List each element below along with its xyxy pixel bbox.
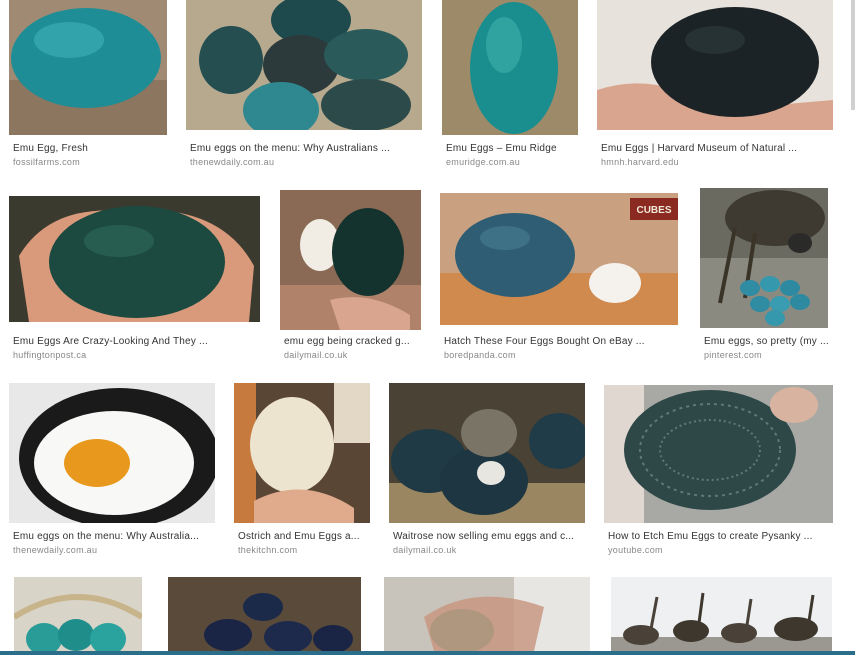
result-source: thenewdaily.com.au [13, 545, 98, 555]
result-source: boredpanda.com [444, 350, 516, 360]
result-caption[interactable]: Hatch These Four Eggs Bought On eBay ... [444, 336, 678, 347]
result-source: hmnh.harvard.edu [601, 157, 679, 167]
bottom-accent-bar [0, 651, 855, 655]
result-thumbnail[interactable] [604, 385, 833, 523]
result-tile[interactable]: Emu Eggs Are Crazy-Looking And They ... … [9, 196, 260, 368]
result-thumbnail[interactable] [9, 196, 260, 322]
result-tile[interactable] [611, 577, 832, 651]
result-thumbnail[interactable] [9, 0, 167, 135]
result-thumbnail[interactable] [389, 383, 585, 523]
result-thumbnail[interactable]: CUBES [440, 193, 678, 325]
result-tile[interactable]: Emu eggs, so pretty (my ... pinterest.co… [700, 188, 830, 368]
result-caption[interactable]: Emu eggs, so pretty (my ... [704, 336, 834, 347]
result-source: thekitchn.com [238, 545, 298, 555]
result-tile[interactable]: Emu Eggs | Harvard Museum of Natural ...… [597, 0, 833, 175]
result-caption[interactable]: Emu eggs on the menu: Why Australians ..… [190, 143, 422, 154]
result-tile[interactable]: CUBES Hatch These Four Eggs Bought On eB… [440, 193, 678, 368]
result-thumbnail[interactable] [384, 577, 590, 651]
result-tile[interactable]: emu egg being cracked g... dailymail.co.… [280, 190, 421, 368]
result-tile[interactable]: Emu eggs on the menu: Why Australians ..… [186, 0, 422, 175]
result-caption[interactable]: Emu eggs on the menu: Why Australia... [13, 531, 215, 542]
result-caption[interactable]: Emu Eggs Are Crazy-Looking And They ... [13, 336, 260, 347]
result-tile[interactable]: Emu Egg, Fresh fossilfarms.com [9, 0, 167, 175]
result-source: pinterest.com [704, 350, 762, 360]
result-tile[interactable]: Ostrich and Emu Eggs a... thekitchn.com [234, 383, 370, 558]
result-thumbnail[interactable] [611, 577, 832, 651]
result-source: emuridge.com.au [446, 157, 521, 167]
cubes-sign-text: CUBES [636, 205, 671, 216]
result-source: youtube.com [608, 545, 663, 555]
result-thumbnail[interactable] [442, 0, 578, 135]
result-source: dailymail.co.uk [393, 545, 457, 555]
result-caption[interactable]: emu egg being cracked g... [284, 336, 421, 347]
result-thumbnail[interactable] [597, 0, 833, 130]
result-thumbnail[interactable] [234, 383, 370, 523]
result-tile[interactable] [384, 577, 590, 651]
result-caption[interactable]: Ostrich and Emu Eggs a... [238, 531, 370, 542]
result-caption[interactable]: Waitrose now selling emu eggs and c... [393, 531, 585, 542]
result-source: thenewdaily.com.au [190, 157, 275, 167]
result-tile[interactable] [168, 577, 361, 651]
result-tile[interactable]: How to Etch Emu Eggs to create Pysanky .… [604, 385, 833, 558]
result-tile[interactable]: Waitrose now selling emu eggs and c... d… [389, 383, 585, 558]
result-thumbnail[interactable] [168, 577, 361, 651]
result-caption[interactable]: How to Etch Emu Eggs to create Pysanky .… [608, 531, 833, 542]
vertical-scrollbar[interactable] [851, 0, 855, 110]
result-tile[interactable]: Emu Eggs – Emu Ridge emuridge.com.au [442, 0, 578, 175]
result-thumbnail[interactable] [280, 190, 421, 330]
result-thumbnail[interactable] [14, 577, 142, 651]
result-thumbnail[interactable] [9, 383, 215, 523]
result-tile[interactable]: Emu eggs on the menu: Why Australia... t… [9, 383, 215, 558]
result-caption[interactable]: Emu Eggs – Emu Ridge [446, 143, 578, 154]
result-source: dailymail.co.uk [284, 350, 348, 360]
result-source: fossilfarms.com [13, 157, 81, 167]
result-thumbnail[interactable] [186, 0, 422, 130]
result-thumbnail[interactable] [700, 188, 828, 328]
result-caption[interactable]: Emu Egg, Fresh [13, 143, 167, 154]
result-caption[interactable]: Emu Eggs | Harvard Museum of Natural ... [601, 143, 833, 154]
result-tile[interactable] [14, 577, 142, 651]
result-source: huffingtonpost.ca [13, 350, 87, 360]
